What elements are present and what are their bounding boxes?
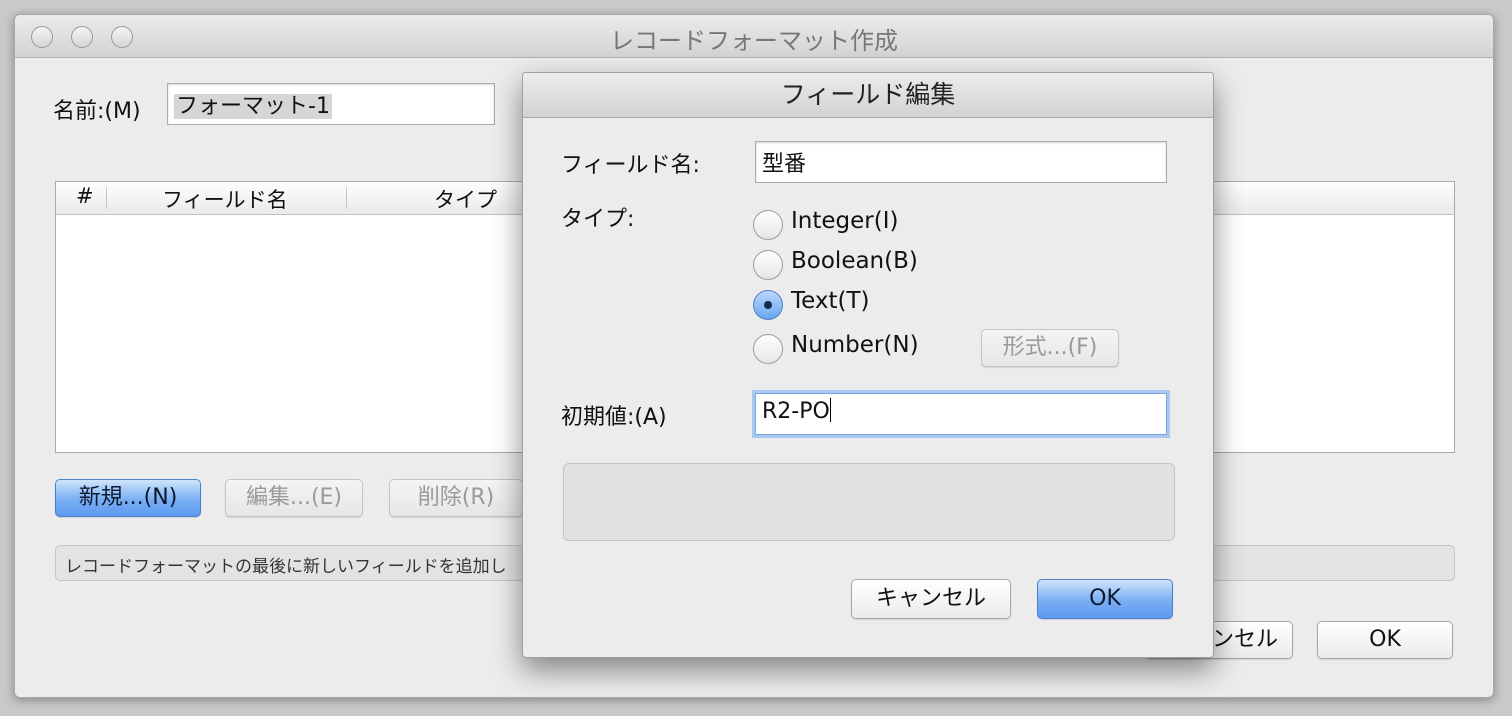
format-button[interactable]: 形式...(F) bbox=[981, 329, 1119, 367]
initial-value-label: 初期値:(A) bbox=[561, 405, 667, 430]
dialog-title: フィールド編集 bbox=[523, 73, 1213, 118]
radio-button[interactable] bbox=[753, 250, 783, 280]
column-separator bbox=[106, 187, 107, 209]
column-header-field-name[interactable]: フィールド名 bbox=[162, 184, 288, 214]
radio-label-text: Text(T) bbox=[791, 288, 870, 314]
column-header-type[interactable]: タイプ bbox=[434, 184, 497, 214]
dialog-cancel-button[interactable]: キャンセル bbox=[851, 579, 1011, 619]
window-title: レコードフォーマット作成 bbox=[610, 27, 898, 55]
column-separator bbox=[346, 187, 347, 209]
message-area bbox=[563, 463, 1175, 541]
field-name-input[interactable]: 型番 bbox=[755, 141, 1167, 183]
radio-label-number: Number(N) bbox=[791, 332, 919, 358]
initial-value-text: R2-PO bbox=[762, 399, 830, 424]
title-bar: レコードフォーマット作成 bbox=[15, 15, 1493, 58]
new-field-button[interactable]: 新規...(N) bbox=[55, 479, 201, 517]
field-name-label: フィールド名: bbox=[561, 153, 700, 178]
radio-button[interactable] bbox=[753, 334, 783, 364]
ok-button[interactable]: OK bbox=[1317, 621, 1453, 659]
type-label: タイプ: bbox=[561, 207, 635, 232]
name-field[interactable]: フォーマット-1 bbox=[167, 83, 495, 125]
radio-button-selected[interactable] bbox=[753, 290, 783, 320]
delete-field-button[interactable]: 削除(R) bbox=[389, 479, 523, 517]
dialog-ok-button[interactable]: OK bbox=[1037, 579, 1173, 619]
radio-label-integer: Integer(I) bbox=[791, 208, 899, 234]
field-edit-dialog: フィールド編集 フィールド名: 型番 タイプ: Integer(I) Boole… bbox=[522, 72, 1214, 658]
name-field-value: フォーマット-1 bbox=[174, 94, 332, 119]
column-header-number[interactable]: # bbox=[76, 184, 94, 208]
text-caret bbox=[829, 398, 831, 422]
initial-value-input[interactable]: R2-PO bbox=[755, 393, 1167, 435]
edit-field-button[interactable]: 編集...(E) bbox=[225, 479, 363, 517]
radio-label-boolean: Boolean(B) bbox=[791, 248, 918, 274]
radio-button[interactable] bbox=[753, 210, 783, 240]
name-label: 名前:(M) bbox=[53, 99, 141, 124]
